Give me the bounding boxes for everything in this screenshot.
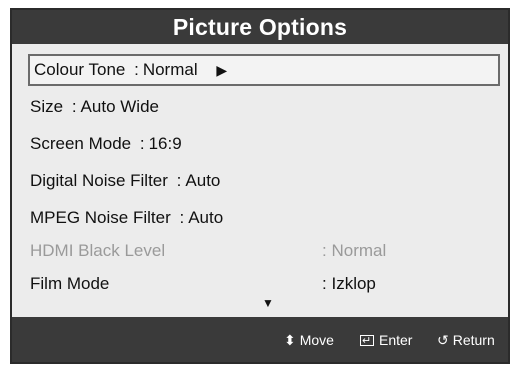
menu-item-digital-noise-filter[interactable]: Digital Noise Filter : Auto	[30, 165, 500, 197]
menu-item-value: Normal	[331, 241, 387, 260]
menu-item-value: Izklop	[331, 274, 376, 293]
menu-item-value-wrap: : Izklop	[322, 268, 376, 300]
hint-return-label: Return	[452, 332, 495, 348]
menu-item-hdmi-black-level: HDMI Black Level : Normal	[30, 235, 500, 267]
return-icon: ↺	[437, 332, 449, 348]
menu-item-separator: :	[71, 97, 77, 116]
button-guide-bar: ⬍ Move Enter ↺ Return	[12, 317, 508, 362]
menu-item-label: MPEG Noise Filter	[30, 208, 171, 227]
menu-item-separator: :	[134, 60, 139, 79]
updown-arrows-icon: ⬍	[284, 332, 296, 348]
menu-item-label: Film Mode	[30, 274, 110, 293]
menu-item-value: Auto	[185, 171, 221, 190]
menu-item-value-wrap: : Normal	[322, 235, 386, 267]
hint-enter: Enter	[360, 330, 413, 351]
menu-item-label: Digital Noise Filter	[30, 171, 168, 190]
menu-item-label: HDMI Black Level	[30, 241, 166, 260]
menu-item-separator: :	[179, 208, 185, 227]
menu-item-value: 16:9	[148, 134, 182, 153]
hint-enter-label: Enter	[379, 332, 413, 348]
menu-item-value: Auto Wide	[80, 97, 159, 116]
options-menu: Colour Tone : Normal ▶ Size : Auto Wide Sc…	[12, 44, 508, 329]
panel-title: Picture Options	[12, 10, 508, 44]
enter-icon	[360, 331, 374, 351]
menu-item-size[interactable]: Size : Auto Wide	[30, 91, 500, 123]
menu-item-separator: :	[322, 241, 327, 260]
menu-item-colour-tone[interactable]: Colour Tone : Normal ▶	[28, 54, 500, 86]
menu-item-separator: :	[139, 134, 145, 153]
menu-item-label: Colour Tone	[34, 60, 126, 79]
menu-item-value: Normal	[142, 60, 198, 79]
hint-move: ⬍ Move	[284, 330, 334, 350]
menu-item-separator: :	[322, 274, 327, 293]
picture-options-panel: Picture Options Colour Tone : Normal ▶ Si…	[10, 8, 510, 364]
hint-move-label: Move	[299, 332, 334, 348]
menu-item-screen-mode[interactable]: Screen Mode :16:9	[30, 128, 500, 160]
menu-item-label: Size	[30, 97, 64, 116]
menu-item-separator: :	[176, 171, 182, 190]
menu-item-mpeg-noise-filter[interactable]: MPEG Noise Filter : Auto	[30, 202, 500, 234]
hint-return: ↺ Return	[437, 330, 495, 350]
menu-item-label: Screen Mode	[30, 134, 132, 153]
menu-item-value: Auto	[188, 208, 224, 227]
scroll-down-indicator-icon[interactable]: ▼	[262, 296, 274, 310]
submenu-arrow-icon: ▶	[216, 62, 228, 78]
